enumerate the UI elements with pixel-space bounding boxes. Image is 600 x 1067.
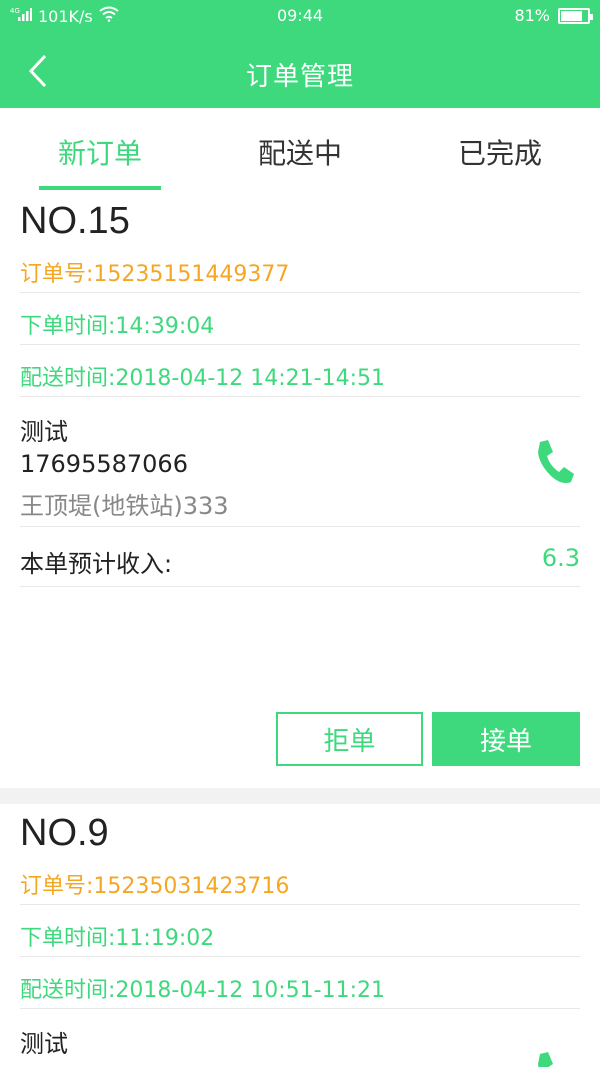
active-tab-indicator [39,186,161,190]
order-id: 订单号:15235151449377 [20,262,290,287]
accept-order-button[interactable]: 接单 [432,712,580,766]
customer-name: 测试 [20,418,68,446]
delivery-time: 配送时间:2018-04-12 14:21-14:51 [20,366,385,391]
order-card: NO.15 订单号:15235151449377 下单时间:14:39:04 配… [0,192,600,788]
battery-percent: 81% [514,6,550,25]
order-status-tabs: 新订单 配送中 已完成 [0,108,600,192]
customer-address: 王顶堤(地铁站)333 [20,492,229,520]
order-card: NO.9 订单号:15235031423716 下单时间:11:19:02 配送… [0,804,600,1067]
page-title: 订单管理 [245,62,354,92]
customer-phone: 17695587066 [20,450,188,478]
tab-delivering[interactable]: 配送中 [200,132,400,172]
divider [20,956,580,957]
income-value: 6.3 [541,544,580,572]
divider [20,904,580,905]
delivery-time: 配送时间:2018-04-12 10:51-11:21 [20,978,385,1003]
divider [20,344,580,345]
tab-new-orders[interactable]: 新订单 [0,132,200,172]
divider [20,526,580,527]
phone-icon [532,440,576,490]
divider [20,586,580,587]
reject-order-button[interactable]: 拒单 [276,712,423,766]
battery-icon [558,7,593,24]
card-separator [0,788,600,804]
order-number: NO.15 [20,200,130,242]
tab-completed[interactable]: 已完成 [400,132,600,172]
divider [20,1008,580,1009]
call-button[interactable] [532,436,576,486]
status-bar: 4G 101K/s 09:44 81% [0,0,600,32]
order-time: 下单时间:11:19:02 [20,926,215,951]
customer-name: 测试 [20,1030,68,1058]
clock: 09:44 [276,6,324,25]
app-header: 4G 101K/s 09:44 81% 订单管理 [0,0,600,108]
order-id: 订单号:15235031423716 [20,874,290,899]
call-button[interactable] [532,1048,576,1067]
divider [20,292,580,293]
order-number: NO.9 [20,812,109,854]
divider [20,396,580,397]
order-time: 下单时间:14:39:04 [20,314,215,339]
title-bar: 订单管理 [0,40,600,108]
income-label: 本单预计收入: [20,550,173,578]
